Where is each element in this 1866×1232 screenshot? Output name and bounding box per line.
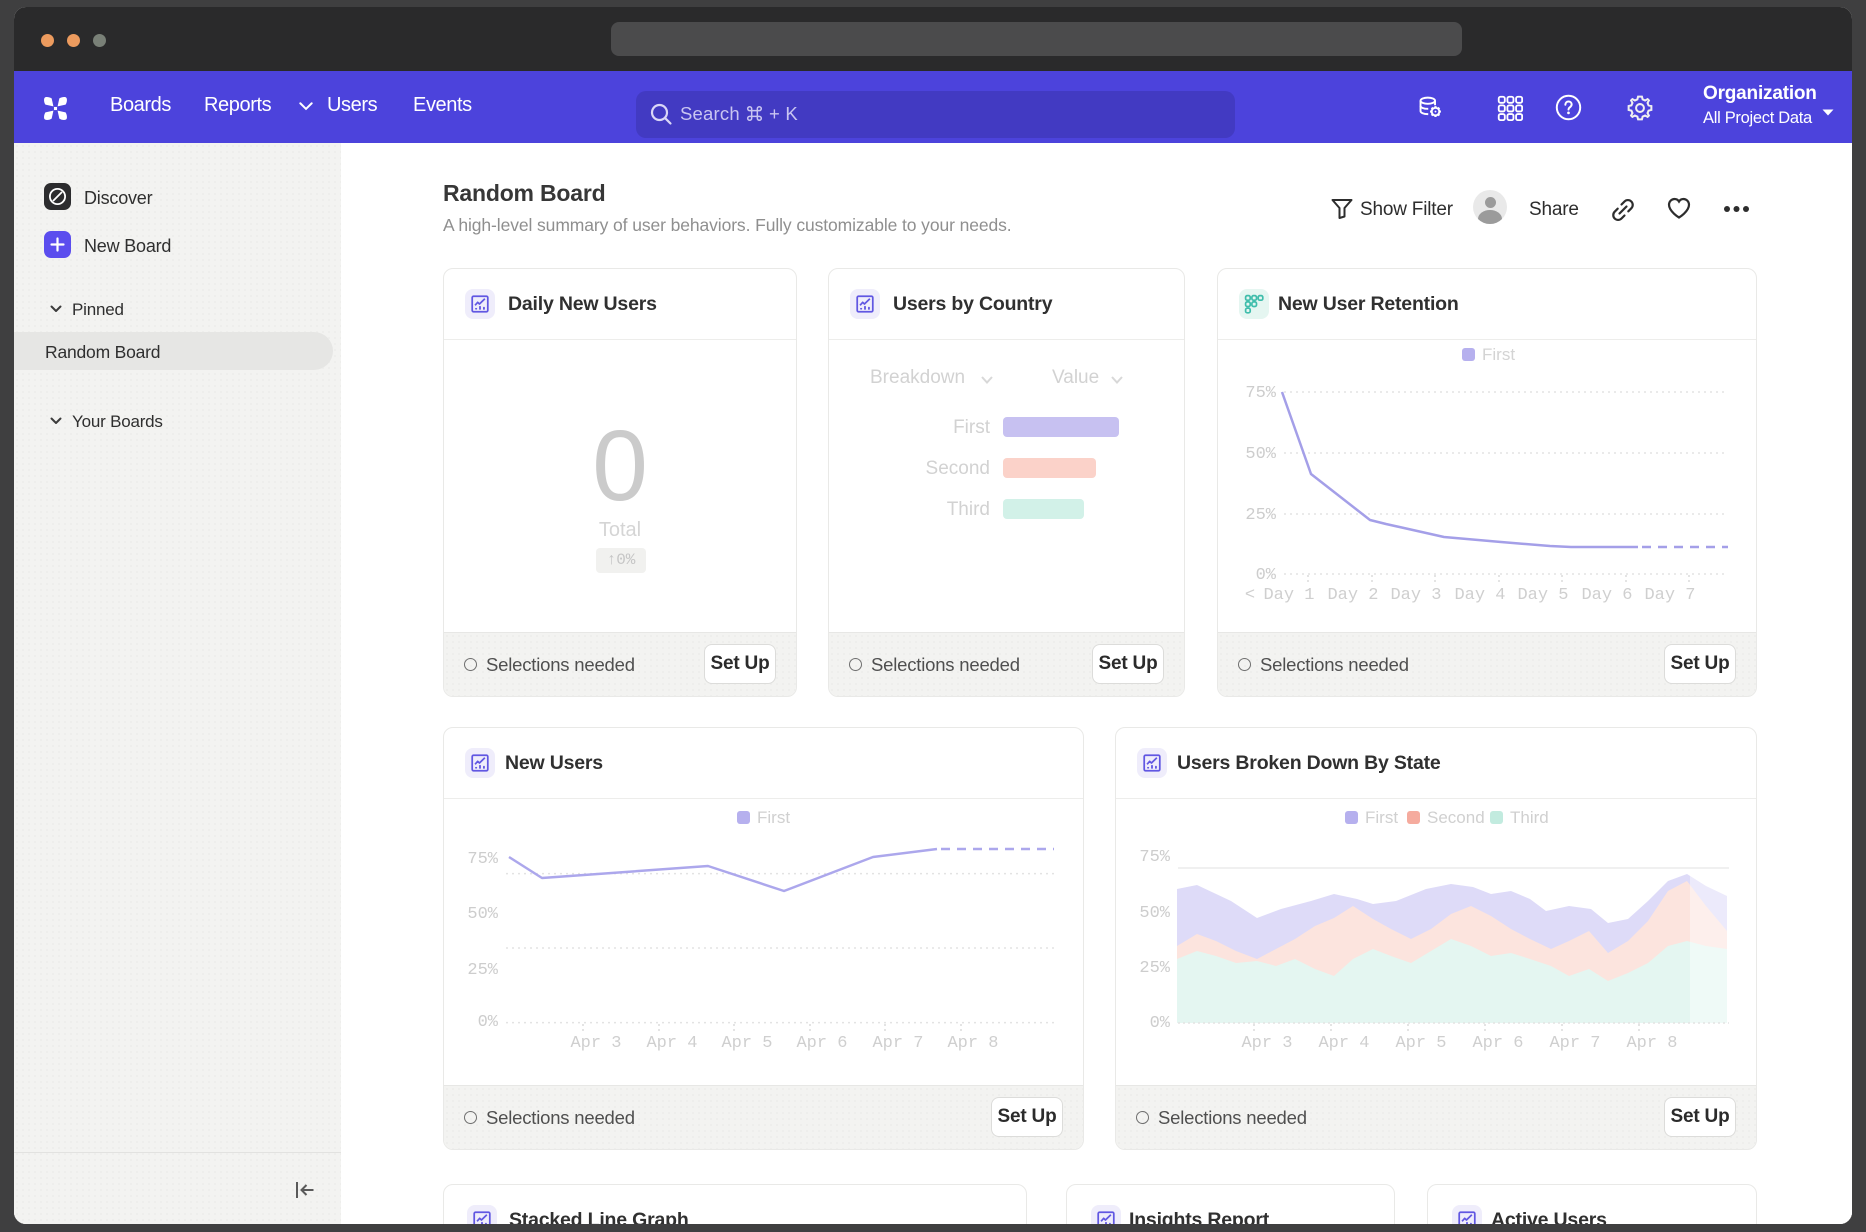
svg-text:Apr 4: Apr 4 [646, 1034, 697, 1053]
svg-text:Day 4: Day 4 [1454, 586, 1505, 605]
svg-text:Apr 4: Apr 4 [1318, 1034, 1369, 1053]
svg-text:First: First [1365, 808, 1398, 827]
svg-text:Apr 3: Apr 3 [570, 1034, 621, 1053]
svg-text:<: < [1245, 586, 1255, 605]
svg-text:Day 7: Day 7 [1644, 586, 1695, 605]
svg-text:First: First [757, 808, 790, 827]
svg-text:25%: 25% [1139, 959, 1170, 978]
svg-text:Apr 5: Apr 5 [1395, 1034, 1446, 1053]
svg-text:50%: 50% [1245, 445, 1276, 464]
svg-text:Apr 5: Apr 5 [721, 1034, 772, 1053]
svg-text:Second: Second [1427, 808, 1485, 827]
svg-text:0%: 0% [1150, 1014, 1171, 1033]
svg-text:50%: 50% [467, 905, 498, 924]
svg-text:0%: 0% [1256, 566, 1277, 585]
svg-text:Day 6: Day 6 [1581, 586, 1632, 605]
svg-text:75%: 75% [1245, 384, 1276, 403]
svg-text:Day 2: Day 2 [1327, 586, 1378, 605]
svg-text:Apr 6: Apr 6 [796, 1034, 847, 1053]
svg-text:0%: 0% [478, 1013, 499, 1032]
svg-text:Third: Third [1510, 808, 1549, 827]
svg-text:25%: 25% [467, 961, 498, 980]
svg-text:Apr 7: Apr 7 [872, 1034, 923, 1053]
svg-text:75%: 75% [1139, 848, 1170, 867]
svg-text:Apr 8: Apr 8 [947, 1034, 998, 1053]
svg-text:Day 5: Day 5 [1517, 586, 1568, 605]
svg-text:Day 3: Day 3 [1390, 586, 1441, 605]
svg-text:Apr 8: Apr 8 [1626, 1034, 1677, 1053]
svg-text:75%: 75% [467, 850, 498, 869]
svg-text:Day 1: Day 1 [1263, 586, 1314, 605]
svg-text:25%: 25% [1245, 506, 1276, 525]
svg-text:50%: 50% [1139, 904, 1170, 923]
svg-text:Apr 6: Apr 6 [1472, 1034, 1523, 1053]
svg-text:Apr 3: Apr 3 [1241, 1034, 1292, 1053]
svg-text:First: First [1482, 345, 1515, 364]
svg-text:Apr 7: Apr 7 [1549, 1034, 1600, 1053]
